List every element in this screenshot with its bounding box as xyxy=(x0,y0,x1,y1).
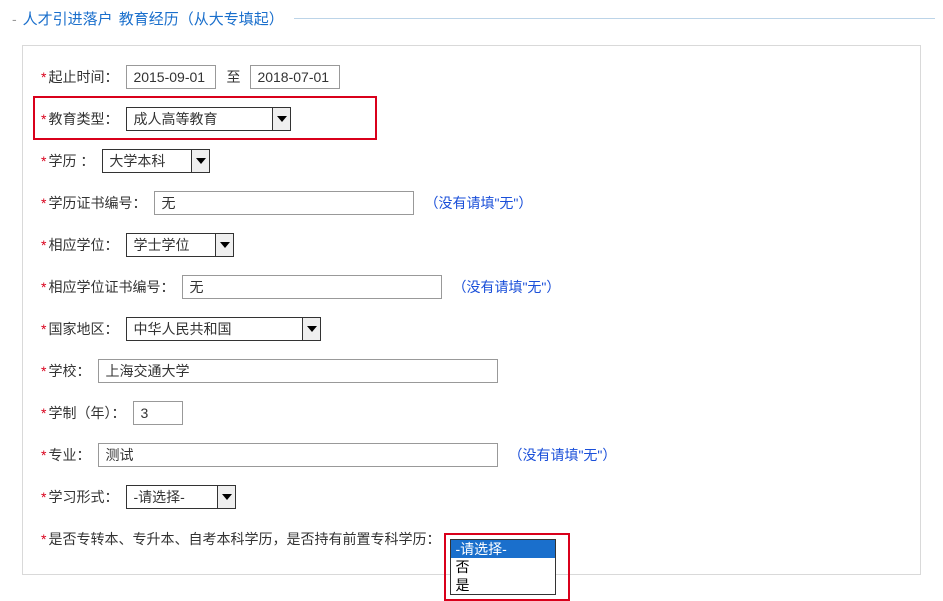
row-country: * 国家地区： 中华人民共和国 xyxy=(41,316,902,342)
row-edu-type: * 教育类型： 成人高等教育 xyxy=(41,106,902,132)
row-degree: * 学历 ： 大学本科 xyxy=(41,148,902,174)
pre-diploma-option-no[interactable]: 否 xyxy=(451,558,555,576)
label-years: 学制（年）： xyxy=(48,403,125,423)
hint-academic-degree-cert: （没有请填"无"） xyxy=(452,277,560,297)
row-academic-degree-cert: * 相应学位证书编号： （没有请填"无"） xyxy=(41,274,902,300)
label-major: 专业： xyxy=(48,445,90,465)
academic-degree-select[interactable]: 学士学位 xyxy=(126,233,234,257)
end-date-input[interactable] xyxy=(250,65,340,89)
start-date-input[interactable] xyxy=(126,65,216,89)
row-study-mode: * 学习形式： -请选择- xyxy=(41,484,902,510)
required-asterisk: * xyxy=(41,363,46,379)
label-academic-degree: 相应学位： xyxy=(48,235,118,255)
label-edu-type: 教育类型： xyxy=(48,109,118,129)
header-leading-dash: - xyxy=(12,11,17,27)
chevron-down-icon xyxy=(302,318,320,340)
degree-value: 大学本科 xyxy=(109,151,165,171)
pre-diploma-option-placeholder[interactable]: -请选择- xyxy=(451,540,555,558)
row-period: * 起止时间： 至 xyxy=(41,64,902,90)
years-input[interactable] xyxy=(133,401,183,425)
label-academic-degree-cert: 相应学位证书编号： xyxy=(48,277,174,297)
chevron-down-icon xyxy=(217,486,235,508)
row-years: * 学制（年）： xyxy=(41,400,902,426)
required-asterisk: * xyxy=(41,69,46,85)
label-school: 学校： xyxy=(48,361,90,381)
label-study-mode: 学习形式： xyxy=(48,487,118,507)
chevron-down-icon xyxy=(272,108,290,130)
label-pre-diploma: 是否专转本、专升本、自考本科学历，是否持有前置专科学历： xyxy=(48,529,440,549)
required-asterisk: * xyxy=(41,195,46,211)
pre-diploma-option-yes[interactable]: 是 xyxy=(451,576,555,594)
chevron-down-icon xyxy=(191,150,209,172)
required-asterisk: * xyxy=(41,153,46,169)
country-select[interactable]: 中华人民共和国 xyxy=(126,317,321,341)
row-pre-diploma: * 是否专转本、专升本、自考本科学历，是否持有前置专科学历： -请选择- 否 是 xyxy=(41,526,902,552)
required-asterisk: * xyxy=(41,447,46,463)
header-title-section: 教育经历（从大专填起） xyxy=(119,8,284,29)
study-mode-value: -请选择- xyxy=(133,487,184,507)
row-academic-degree: * 相应学位： 学士学位 xyxy=(41,232,902,258)
edu-type-select[interactable]: 成人高等教育 xyxy=(126,107,291,131)
degree-select[interactable]: 大学本科 xyxy=(102,149,210,173)
label-degree: 学历 ： xyxy=(48,151,94,171)
header-title-category: 人才引进落户 xyxy=(23,8,113,29)
chevron-down-icon xyxy=(215,234,233,256)
required-asterisk: * xyxy=(41,237,46,253)
label-country: 国家地区： xyxy=(48,319,118,339)
form-container: * 起止时间： 至 * 教育类型： 成人高等教育 * 学历 ： 大学本科 * 学… xyxy=(22,45,921,575)
major-input[interactable] xyxy=(98,443,498,467)
row-degree-cert: * 学历证书编号： （没有请填"无"） xyxy=(41,190,902,216)
required-asterisk: * xyxy=(41,321,46,337)
header-divider xyxy=(294,18,935,19)
degree-cert-input[interactable] xyxy=(154,191,414,215)
hint-degree-cert: （没有请填"无"） xyxy=(424,193,532,213)
page-header: - 人才引进落户 教育经历（从大专填起） xyxy=(8,8,935,29)
period-to-text: 至 xyxy=(226,67,240,87)
academic-degree-cert-input[interactable] xyxy=(182,275,442,299)
pre-diploma-dropdown[interactable]: -请选择- 否 是 xyxy=(450,539,556,595)
required-asterisk: * xyxy=(41,279,46,295)
pre-diploma-highlight: -请选择- 否 是 xyxy=(444,533,570,601)
required-asterisk: * xyxy=(41,111,46,127)
label-degree-cert: 学历证书编号： xyxy=(48,193,146,213)
academic-degree-value: 学士学位 xyxy=(133,235,189,255)
study-mode-select[interactable]: -请选择- xyxy=(126,485,236,509)
edu-type-value: 成人高等教育 xyxy=(133,109,217,129)
required-asterisk: * xyxy=(41,405,46,421)
required-asterisk: * xyxy=(41,531,46,547)
required-asterisk: * xyxy=(41,489,46,505)
hint-major: （没有请填"无"） xyxy=(508,445,616,465)
label-period: 起止时间： xyxy=(48,67,118,87)
country-value: 中华人民共和国 xyxy=(133,319,231,339)
school-input[interactable] xyxy=(98,359,498,383)
row-school: * 学校： xyxy=(41,358,902,384)
row-major: * 专业： （没有请填"无"） xyxy=(41,442,902,468)
